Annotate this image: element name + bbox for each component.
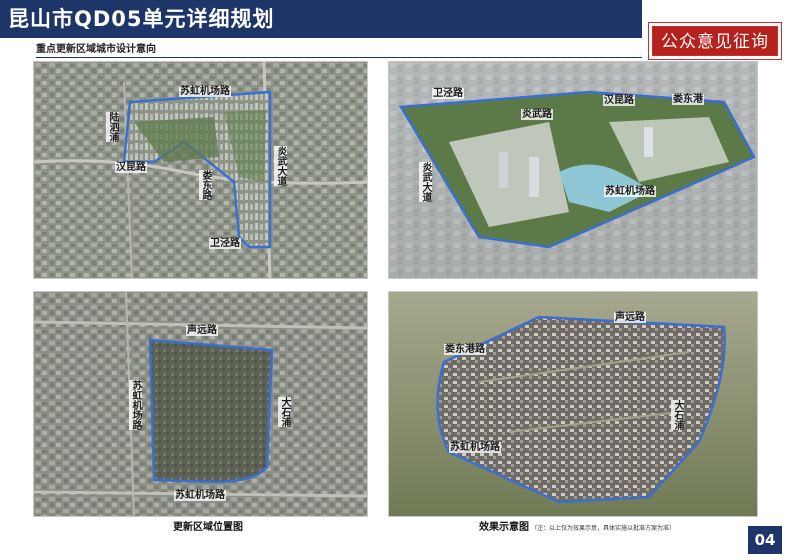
road-label: 卫泾路	[209, 238, 241, 249]
aerial-map-top-left: 苏虹机场路 陆泗浦 汉昆路 炎武大道 娄东路 卫泾路	[33, 61, 368, 279]
road-label: 陆泗浦	[106, 112, 119, 142]
road-label: 苏虹机场路	[179, 86, 231, 97]
road-label: 大石浦	[671, 400, 684, 430]
road-label: 娄东路	[199, 170, 212, 200]
road-label: 娄东港路	[444, 344, 486, 355]
road-label: 声远路	[186, 325, 218, 336]
road-label: 炎武大道	[274, 146, 287, 186]
road-label: 声远路	[614, 312, 646, 323]
road-label: 苏虹机场路	[604, 186, 656, 197]
road-label: 大石浦	[278, 397, 291, 427]
road-label: 苏虹机场路	[174, 490, 226, 501]
aerial-map-bottom-left: 声远路 大石浦 苏虹机场路 苏虹机场路	[33, 291, 368, 517]
road-label: 汉昆路	[115, 162, 147, 173]
render-top-right: 卫泾路 炎武路 汉昆路 娄东港 炎武大道 苏虹机场路	[388, 61, 758, 279]
caption-effect-note: （注：以上仅为效果示意，具体实施以批准方案为准）	[531, 525, 676, 532]
road-label: 苏虹机场路	[449, 442, 501, 453]
caption-location-map: 更新区域位置图	[173, 522, 243, 533]
road-label: 炎武大道	[419, 162, 432, 202]
page-title: 昆山市QD05单元详细规划	[8, 7, 275, 31]
public-consultation-label: 公众意见征询	[652, 26, 778, 56]
section-subtitle: 重点更新区域城市设计意向	[36, 44, 156, 55]
render-bottom-right: 声远路 娄东港路 大石浦 苏虹机场路	[388, 291, 758, 517]
road-label: 娄东港	[672, 94, 704, 105]
caption-effect-title: 效果示意图	[479, 522, 529, 533]
road-label: 汉昆路	[603, 95, 635, 106]
header-bar: 昆山市QD05单元详细规划	[0, 0, 642, 38]
road-label: 卫泾路	[432, 88, 464, 99]
caption-effect-diagram: 效果示意图 （注：以上仅为效果示意，具体实施以批准方案为准）	[479, 521, 675, 536]
road-label: 炎武路	[521, 109, 553, 120]
road-label: 苏虹机场路	[129, 380, 142, 430]
subtitle-divider	[36, 57, 642, 58]
public-consultation-badge: 公众意见征询	[648, 22, 782, 60]
render-bottom-right-graphic	[389, 292, 757, 516]
page-number: 04	[748, 526, 782, 554]
